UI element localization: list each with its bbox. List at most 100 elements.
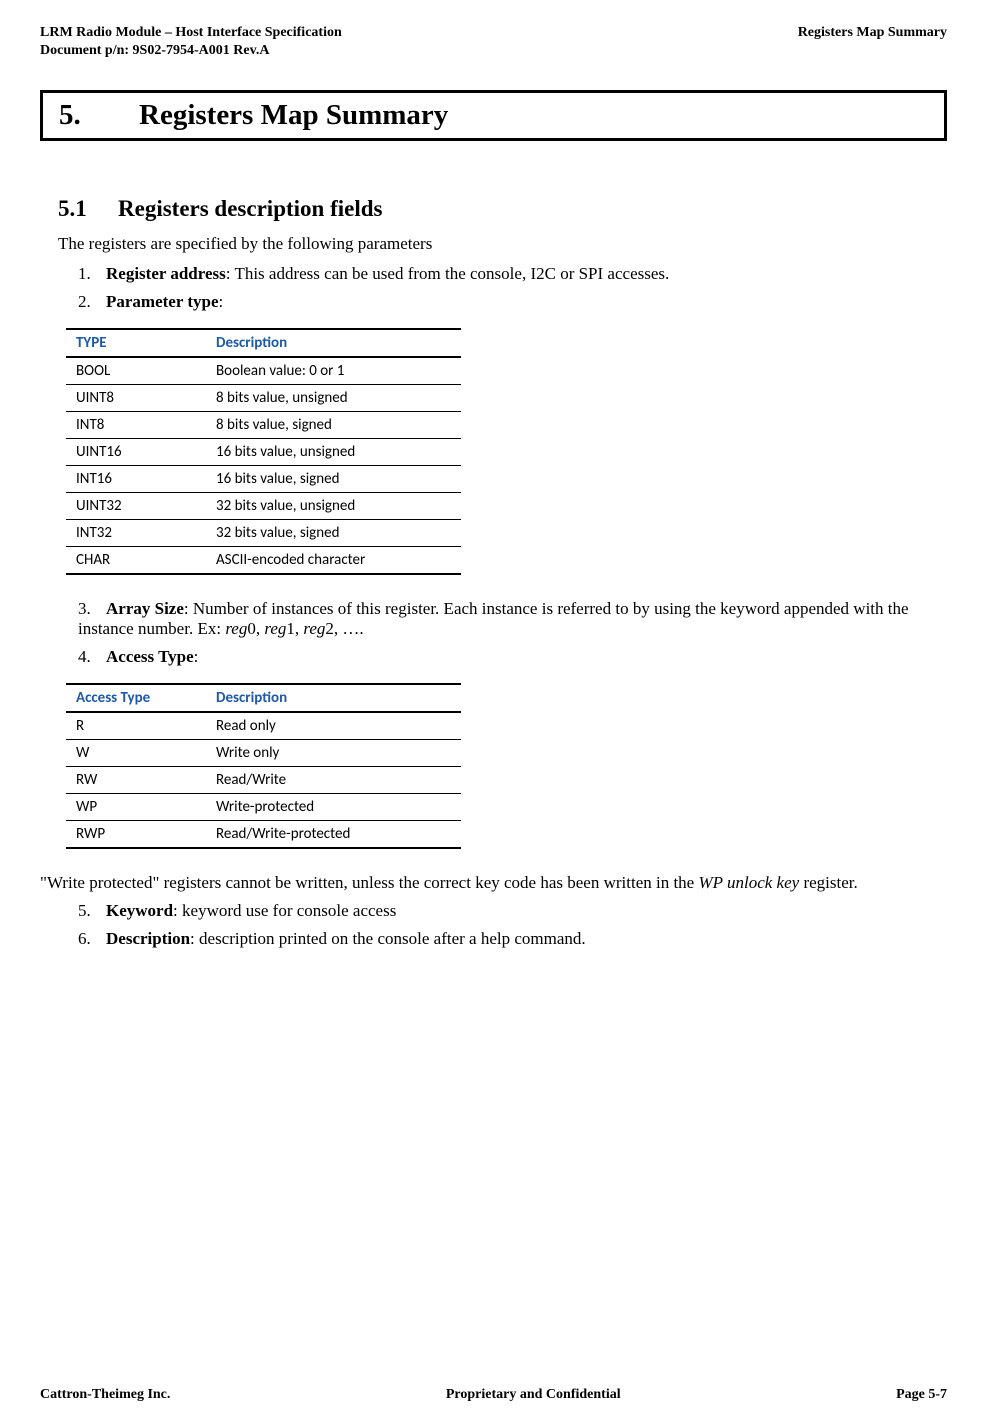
cell: INT8 [66,412,206,439]
item-label: Parameter type [106,292,219,311]
cell: ASCII-encoded character [206,547,461,575]
chapter-title: 5.Registers Map Summary [40,90,947,141]
section-number: 5.1 [58,196,118,222]
cell: UINT8 [66,385,206,412]
item-example: reg [264,619,286,638]
item-text: : [219,292,224,311]
item-text: 2, …. [325,619,363,638]
footer-right: Page 5-7 [896,1387,947,1403]
table-row: RRead only [66,712,461,740]
access-table: Access Type Description RRead only WWrit… [66,683,461,849]
cell: R [66,712,206,740]
footer-left: Cattron-Theimeg Inc. [40,1387,170,1403]
page-footer: Cattron-Theimeg Inc. Proprietary and Con… [40,1387,947,1403]
intro-paragraph: The registers are specified by the follo… [58,234,929,254]
cell: BOOL [66,357,206,385]
list-item: 2.Parameter type: [78,292,929,312]
cell: 32 bits value, unsigned [206,493,461,520]
item-example: reg [225,619,247,638]
type-table: TYPE Description BOOLBoolean value: 0 or… [66,328,461,575]
cell: INT32 [66,520,206,547]
item-number: 3. [78,599,106,619]
section-heading: 5.1Registers description fields [58,196,929,222]
cell: Write only [206,740,461,767]
col-header-type: TYPE [66,329,206,357]
list-item: 5.Keyword: keyword use for console acces… [78,901,929,921]
cell: Read/Write-protected [206,821,461,849]
item-text: 1, [286,619,303,638]
item-label: Access Type [106,647,194,666]
cell: 8 bits value, unsigned [206,385,461,412]
note-text: "Write protected" registers cannot be wr… [40,873,698,892]
note-register: WP unlock key [698,873,799,892]
header-right: Registers Map Summary [798,24,947,60]
table-row: BOOLBoolean value: 0 or 1 [66,357,461,385]
header-left: LRM Radio Module – Host Interface Specif… [40,24,342,60]
page-header: LRM Radio Module – Host Interface Specif… [40,24,947,60]
table-row: UINT3232 bits value, unsigned [66,493,461,520]
list-item: 6.Description: description printed on th… [78,929,929,949]
item-number: 6. [78,929,106,949]
item-text: : [194,647,199,666]
table-row: UINT1616 bits value, unsigned [66,439,461,466]
table-header-row: Access Type Description [66,684,461,712]
col-header-description: Description [206,329,461,357]
note-text: register. [799,873,858,892]
table-row: INT1616 bits value, signed [66,466,461,493]
item-label: Description [106,929,190,948]
cell: 32 bits value, signed [206,520,461,547]
cell: RWP [66,821,206,849]
cell: Read only [206,712,461,740]
cell: INT16 [66,466,206,493]
doc-title-line1: LRM Radio Module – Host Interface Specif… [40,24,342,42]
list-item: 1.Register address: This address can be … [78,264,929,284]
content-area-2: 5.Keyword: keyword use for console acces… [40,901,947,949]
cell: 8 bits value, signed [206,412,461,439]
col-header-description: Description [206,684,461,712]
item-example: reg [303,619,325,638]
item-label: Register address [106,264,226,283]
table-header-row: TYPE Description [66,329,461,357]
table-row: INT88 bits value, signed [66,412,461,439]
cell: 16 bits value, unsigned [206,439,461,466]
parameter-list-end: 5.Keyword: keyword use for console acces… [58,901,929,949]
cell: CHAR [66,547,206,575]
item-number: 4. [78,647,106,667]
item-label: Array Size [106,599,184,618]
item-number: 2. [78,292,106,312]
cell: UINT16 [66,439,206,466]
parameter-list: 1.Register address: This address can be … [58,264,929,312]
footer-center: Proprietary and Confidential [446,1387,621,1403]
section-text: Registers description fields [118,196,382,221]
cell: W [66,740,206,767]
table-row: WWrite only [66,740,461,767]
cell: 16 bits value, signed [206,466,461,493]
parameter-list-cont: 3.Array Size: Number of instances of thi… [58,599,929,667]
item-label: Keyword [106,901,173,920]
item-text: : This address can be used from the cons… [226,264,669,283]
item-text: : Number of instances of this register. … [78,599,909,638]
item-text: : keyword use for console access [173,901,396,920]
item-text: 0, [247,619,264,638]
content-area: 5.1Registers description fields The regi… [40,196,947,849]
item-number: 5. [78,901,106,921]
list-item: 3.Array Size: Number of instances of thi… [78,599,929,639]
item-text: : description printed on the console aft… [190,929,586,948]
cell: Boolean value: 0 or 1 [206,357,461,385]
cell: RW [66,767,206,794]
cell: Write-protected [206,794,461,821]
table-row: WPWrite-protected [66,794,461,821]
table-row: RWRead/Write [66,767,461,794]
col-header-access: Access Type [66,684,206,712]
chapter-number: 5. [59,99,139,132]
cell: WP [66,794,206,821]
table-row: CHARASCII-encoded character [66,547,461,575]
doc-title-line2: Document p/n: 9S02-7954-A001 Rev.A [40,42,342,60]
table-row: UINT88 bits value, unsigned [66,385,461,412]
list-item: 4.Access Type: [78,647,929,667]
table-row: RWPRead/Write-protected [66,821,461,849]
wp-note: "Write protected" registers cannot be wr… [40,873,947,893]
chapter-text: Registers Map Summary [139,99,448,131]
cell: Read/Write [206,767,461,794]
item-number: 1. [78,264,106,284]
